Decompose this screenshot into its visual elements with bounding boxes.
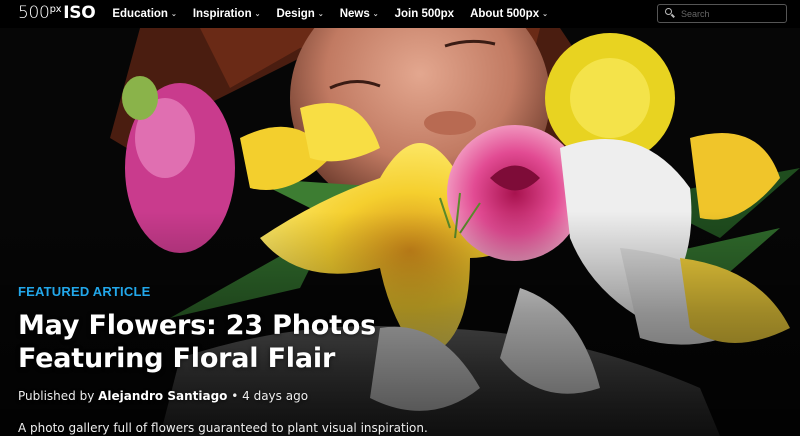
search-input[interactable]	[681, 8, 781, 19]
chevron-down-icon: ⌄	[317, 11, 324, 18]
main-menu: Education ⌄ Inspiration ⌄ Design ⌄ News …	[112, 0, 564, 28]
nav-item-label: Join 500px	[394, 8, 455, 20]
article-title[interactable]: May Flowers: 23 Photos Featuring Floral …	[18, 309, 578, 375]
nav-item-label: About 500px	[470, 8, 540, 20]
chevron-down-icon: ⌄	[254, 11, 261, 18]
article-byline: Published by Alejandro Santiago • 4 days…	[18, 389, 578, 403]
search-icon[interactable]	[661, 5, 679, 22]
nav-item-inspiration[interactable]: Inspiration ⌄	[193, 8, 261, 20]
logo-iso: ISO	[63, 3, 96, 23]
chevron-down-icon: ⌄	[372, 11, 379, 18]
logo-number: 500	[18, 3, 50, 23]
chevron-down-icon: ⌄	[542, 11, 548, 18]
nav-item-news[interactable]: News ⌄	[340, 8, 379, 20]
top-navigation-bar: 500 px ISO Education ⌄ Inspiration ⌄ Des…	[0, 0, 800, 28]
article-dek: A photo gallery full of flowers guarante…	[18, 421, 428, 435]
featured-article-text: FEATURED ARTICLE May Flowers: 23 Photos …	[18, 284, 578, 435]
featured-hero[interactable]: FEATURED ARTICLE May Flowers: 23 Photos …	[0, 28, 800, 436]
500px-iso-logo[interactable]: 500 px ISO	[18, 0, 96, 28]
byline-separator: •	[227, 389, 243, 403]
nav-item-label: Design	[276, 8, 315, 20]
article-title-line-1: May Flowers: 23 Photos	[18, 310, 377, 341]
article-title-line-2: Featuring Floral Flair	[18, 343, 336, 374]
featured-article-label[interactable]: FEATURED ARTICLE	[18, 284, 578, 299]
author-link[interactable]: Alejandro Santiago	[98, 389, 227, 403]
logo-px: px	[49, 4, 62, 15]
byline-prefix: Published by	[18, 389, 99, 403]
chevron-down-icon: ⌄	[170, 11, 177, 18]
published-time: 4 days ago	[242, 389, 309, 403]
nav-item-label: Education	[112, 8, 168, 20]
nav-item-label: News	[339, 8, 370, 20]
nav-item-label: Inspiration	[192, 8, 252, 20]
nav-item-design[interactable]: Design ⌄	[276, 8, 323, 20]
nav-item-education[interactable]: Education ⌄	[112, 8, 176, 20]
search-box[interactable]	[657, 4, 787, 23]
nav-item-about[interactable]: About 500px ⌄	[470, 8, 548, 20]
nav-item-join[interactable]: Join 500px	[395, 8, 454, 20]
